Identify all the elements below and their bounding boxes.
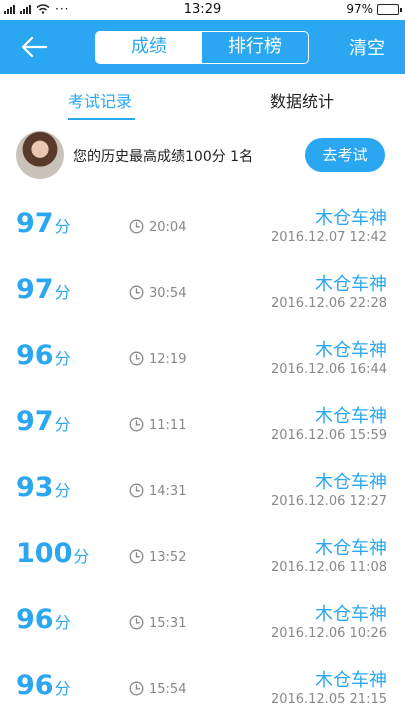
record-date: 2016.12.06 16:44 xyxy=(270,362,387,377)
score-unit: 分 xyxy=(54,679,71,698)
record-row[interactable]: 96分 15:31 木仓车神 2016.12.06 10:26 xyxy=(0,582,405,648)
record-date: 2016.12.05 21:15 xyxy=(270,692,387,707)
clear-button[interactable]: 清空 xyxy=(349,34,385,60)
status-right: 97% xyxy=(346,2,402,16)
clock-icon xyxy=(129,219,144,234)
tab-scores[interactable]: 成绩 xyxy=(96,32,202,63)
score-value: 93 xyxy=(16,472,54,503)
record-row[interactable]: 96分 12:19 木仓车神 2016.12.06 16:44 xyxy=(0,318,405,384)
score-value: 96 xyxy=(16,340,54,371)
exam-record-list: 97分 20:04 木仓车神 2016.12.07 12:42 97分 30:5… xyxy=(0,186,405,714)
record-user-name: 木仓车神 xyxy=(315,340,387,361)
clock-icon xyxy=(129,351,144,366)
score-value: 96 xyxy=(16,670,54,701)
active-tab-indicator xyxy=(68,118,135,120)
record-duration: 13:52 xyxy=(149,550,187,565)
record-row[interactable]: 96分 15:54 木仓车神 2016.12.05 21:15 xyxy=(0,648,405,714)
record-duration: 14:31 xyxy=(149,484,187,499)
record-row[interactable]: 93分 14:31 木仓车神 2016.12.06 12:27 xyxy=(0,450,405,516)
score-unit: 分 xyxy=(54,481,71,500)
record-duration: 15:54 xyxy=(149,682,187,697)
record-user-name: 木仓车神 xyxy=(315,670,387,691)
record-score: 97分 xyxy=(16,406,71,437)
record-date: 2016.12.07 12:42 xyxy=(270,230,387,245)
record-duration: 11:11 xyxy=(149,418,187,433)
record-score: 100分 xyxy=(16,538,89,569)
status-time: 13:29 xyxy=(183,2,222,17)
best-score-text: 您的历史最高成绩100分 1名 xyxy=(73,149,254,165)
record-date: 2016.12.06 10:26 xyxy=(270,626,387,641)
record-score: 96分 xyxy=(16,604,71,635)
record-user-name: 木仓车神 xyxy=(315,472,387,493)
clock-icon xyxy=(129,681,144,696)
record-user-name: 木仓车神 xyxy=(315,604,387,625)
record-date: 2016.12.06 11:08 xyxy=(270,560,387,575)
record-user-name: 木仓车神 xyxy=(315,538,387,559)
best-score-summary: 您的历史最高成绩100分 1名 去考试 xyxy=(0,122,405,186)
record-duration: 20:04 xyxy=(149,220,187,235)
tab-ranking[interactable]: 排行榜 xyxy=(202,32,308,63)
back-button[interactable] xyxy=(18,32,50,62)
record-score: 96分 xyxy=(16,340,71,371)
record-duration: 12:19 xyxy=(149,352,187,367)
record-score: 97分 xyxy=(16,208,71,239)
score-value: 100 xyxy=(16,538,73,569)
clock-icon xyxy=(129,483,144,498)
tab-exam-records[interactable]: 考试记录 xyxy=(68,88,132,112)
record-score: 93分 xyxy=(16,472,71,503)
record-user-name: 木仓车神 xyxy=(315,208,387,229)
status-bar: ··· 13:29 97% xyxy=(0,0,405,20)
record-duration: 15:31 xyxy=(149,616,187,631)
clock-icon xyxy=(129,285,144,300)
score-value: 97 xyxy=(16,274,54,305)
battery-icon xyxy=(377,3,402,15)
record-score: 97分 xyxy=(16,274,71,305)
clock-icon xyxy=(129,549,144,564)
record-date: 2016.12.06 15:59 xyxy=(270,428,387,443)
arrow-left-icon xyxy=(21,36,48,58)
clock-icon xyxy=(129,417,144,432)
score-value: 96 xyxy=(16,604,54,635)
score-unit: 分 xyxy=(54,415,71,434)
score-value: 97 xyxy=(16,406,54,437)
score-unit: 分 xyxy=(73,547,90,566)
record-duration: 30:54 xyxy=(149,286,187,301)
segmented-control: 成绩 排行榜 xyxy=(95,31,309,64)
record-user-name: 木仓车神 xyxy=(315,274,387,295)
record-row[interactable]: 97分 30:54 木仓车神 2016.12.06 22:28 xyxy=(0,252,405,318)
battery-percent: 97% xyxy=(346,2,373,16)
score-unit: 分 xyxy=(54,613,71,632)
record-date: 2016.12.06 12:27 xyxy=(270,494,387,509)
record-row[interactable]: 97分 11:11 木仓车神 2016.12.06 15:59 xyxy=(0,384,405,450)
tab-data-stats[interactable]: 数据统计 xyxy=(270,88,334,112)
record-user-name: 木仓车神 xyxy=(315,406,387,427)
clock-icon xyxy=(129,615,144,630)
record-date: 2016.12.06 22:28 xyxy=(270,296,387,311)
score-unit: 分 xyxy=(54,217,71,236)
record-row[interactable]: 97分 20:04 木仓车神 2016.12.07 12:42 xyxy=(0,186,405,252)
score-value: 97 xyxy=(16,208,54,239)
record-row[interactable]: 100分 13:52 木仓车神 2016.12.06 11:08 xyxy=(0,516,405,582)
score-unit: 分 xyxy=(54,283,71,302)
avatar xyxy=(16,131,64,179)
app-header: 成绩 排行榜 清空 xyxy=(0,20,405,74)
sub-tabs: 考试记录 数据统计 xyxy=(0,74,405,122)
score-unit: 分 xyxy=(54,349,71,368)
record-score: 96分 xyxy=(16,670,71,701)
take-exam-button[interactable]: 去考试 xyxy=(305,138,385,172)
